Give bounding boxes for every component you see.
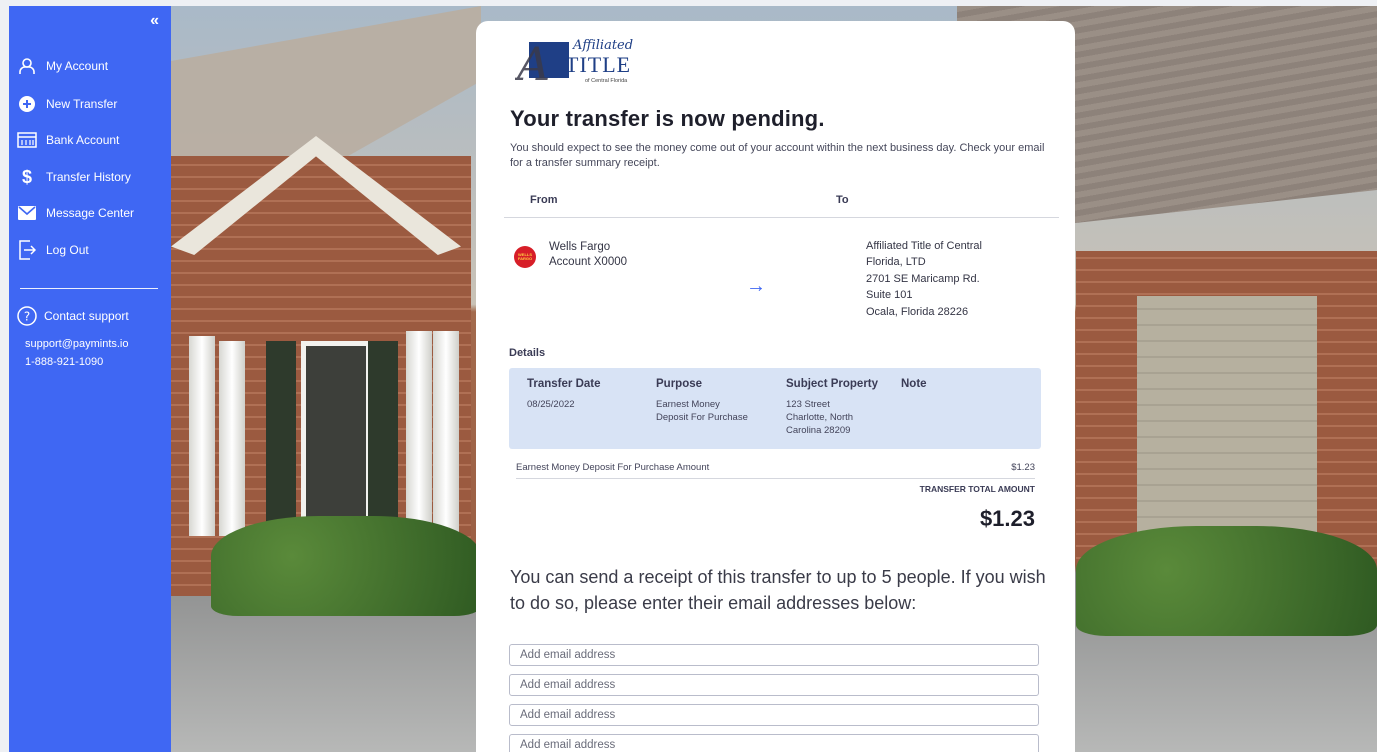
column [433, 331, 459, 536]
divider [504, 217, 1059, 218]
company-logo: A Affiliated TITLE of Central Florida [513, 32, 655, 91]
property-value: 123 Street [786, 399, 830, 410]
sidebar-item-message-center[interactable]: Message Center [9, 200, 134, 226]
sidebar-item-transfer-history[interactable]: $ Transfer History [9, 164, 131, 190]
transfer-date-value: 08/25/2022 [527, 399, 575, 410]
sidebar-item-label: Transfer History [46, 170, 131, 184]
support-email[interactable]: support@paymints.io [25, 338, 129, 350]
purpose-value: Deposit For Purchase [656, 412, 748, 423]
sidebar-item-label: New Transfer [46, 97, 118, 111]
bank-icon [17, 130, 37, 150]
amount-label: Earnest Money Deposit For Purchase Amoun… [516, 462, 710, 473]
page-title: Your transfer is now pending. [510, 106, 825, 131]
sidebar-item-bank-account[interactable]: Bank Account [9, 127, 119, 153]
sidebar-divider [20, 288, 158, 289]
support-phone[interactable]: 1-888-921-1090 [25, 356, 103, 368]
total-value: $1.23 [979, 506, 1035, 531]
column [406, 331, 432, 536]
sidebar-item-label: Bank Account [46, 133, 120, 147]
from-account: Account X0000 [549, 256, 628, 268]
to-line: Suite 101 [866, 289, 913, 301]
window [301, 341, 371, 531]
sidebar-item-log-out[interactable]: Log Out [9, 237, 89, 263]
svg-text:of Central Florida: of Central Florida [585, 78, 628, 84]
dollar-icon: $ [21, 166, 32, 187]
sidebar-item-label: Message Center [46, 206, 135, 220]
arrow-right-icon: → [746, 275, 766, 297]
plus-circle-icon [17, 94, 37, 114]
shutter [266, 341, 296, 536]
to-line: Ocala, Florida 28226 [866, 306, 969, 318]
wells-fargo-logo-icon: WELLS FARGO [514, 246, 536, 268]
from-bank-name: Wells Fargo [549, 241, 611, 253]
receipt-instructions: You can send a receipt of this transfer … [510, 567, 1046, 613]
shutter [368, 341, 398, 536]
header-note: Note [901, 378, 927, 390]
email-field-3[interactable] [509, 704, 1039, 726]
collapse-sidebar-icon[interactable]: « [150, 12, 159, 30]
from-label: From [530, 194, 558, 206]
sidebar-item-my-account[interactable]: My Account [9, 53, 108, 79]
svg-text:A: A [515, 37, 550, 88]
contact-support-label: Contact support [44, 309, 129, 323]
user-icon [17, 56, 37, 76]
transfer-card: A Affiliated TITLE of Central Florida Yo… [476, 21, 1075, 752]
svg-text:?: ? [24, 310, 30, 324]
sidebar-item-new-transfer[interactable]: New Transfer [9, 91, 117, 117]
column [219, 341, 245, 536]
hedge [211, 516, 481, 616]
sidebar-item-label: Log Out [46, 243, 89, 257]
header-transfer-date: Transfer Date [527, 378, 601, 390]
details-label: Details [509, 347, 546, 359]
property-value: Carolina 28209 [786, 425, 851, 436]
question-circle-icon: ? [17, 306, 37, 326]
column [189, 336, 215, 536]
to-label: To [836, 194, 849, 206]
divider [516, 478, 1035, 479]
to-line: Florida, LTD [866, 256, 926, 268]
total-label: TRANSFER TOTAL AMOUNT [919, 484, 1035, 494]
to-line: Affiliated Title of Central [866, 240, 982, 252]
contact-support[interactable]: ? Contact support [17, 306, 129, 326]
mail-icon [17, 203, 37, 223]
email-field-2[interactable] [509, 674, 1039, 696]
details-table: Transfer Date Purpose Subject Property N… [509, 368, 1041, 449]
svg-text:Affiliated: Affiliated [572, 38, 633, 53]
property-value: Charlotte, North [786, 412, 854, 423]
logout-icon [17, 240, 37, 260]
amount-value: $1.23 [1011, 462, 1035, 473]
header-subject-property: Subject Property [786, 378, 879, 390]
header-purpose: Purpose [656, 378, 703, 390]
svg-text:TITLE: TITLE [565, 52, 631, 77]
email-field-4[interactable] [509, 734, 1039, 752]
sidebar-item-label: My Account [46, 59, 109, 73]
purpose-value: Earnest Money [656, 399, 720, 410]
sidebar: « My Account New Transfer Bank Account $… [9, 6, 171, 752]
intro-text: You should expect to see the money come … [510, 142, 1045, 169]
hedge-right [1076, 526, 1377, 636]
to-line: 2701 SE Maricamp Rd. [866, 273, 980, 285]
email-field-1[interactable] [509, 644, 1039, 666]
